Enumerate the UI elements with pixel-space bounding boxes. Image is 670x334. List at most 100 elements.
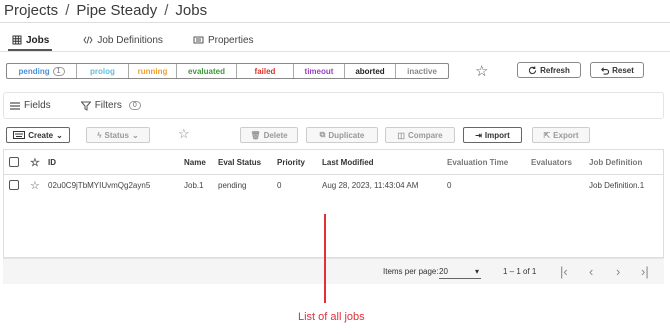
tab-label: Properties: [207, 34, 254, 46]
export-icon: ⇱: [543, 130, 551, 140]
tab-properties[interactable]: Properties: [189, 31, 258, 49]
column-header-eval-status[interactable]: Eval Status: [218, 150, 261, 174]
status-inactive[interactable]: inactive: [396, 64, 448, 78]
compare-label: Compare: [407, 130, 443, 140]
filters-toggle[interactable]: Filters 0: [80, 100, 141, 111]
next-page-icon[interactable]: ›: [616, 264, 620, 279]
table-header: ☆ ID Name Eval Status Priority Last Modi…: [4, 150, 663, 175]
status-filter-bar: pending 1 prolog running evaluated faile…: [6, 63, 449, 79]
status-count: 1: [52, 66, 65, 76]
refresh-icon: [528, 65, 537, 74]
tab-job-definitions[interactable]: Job Definitions: [79, 31, 167, 49]
grid-icon: [12, 35, 22, 45]
import-button[interactable]: ⇥ Import: [463, 127, 522, 143]
last-page-icon[interactable]: ›|: [641, 264, 649, 279]
card-icon: [193, 36, 204, 44]
items-per-page-label: Items per page:: [383, 267, 439, 276]
status-running[interactable]: running: [129, 64, 177, 78]
export-button[interactable]: ⇱ Export: [532, 127, 590, 143]
tab-jobs[interactable]: Jobs: [8, 31, 53, 49]
import-label: Import: [484, 130, 510, 140]
compare-button[interactable]: ◫ Compare: [385, 127, 455, 143]
cell-last-modified: Aug 28, 2023, 11:43:04 AM: [322, 180, 419, 190]
select-underline: [439, 278, 481, 279]
tab-bar: Jobs Job Definitions Properties: [8, 31, 258, 49]
status-dropdown-button[interactable]: ϟ Status ⌄: [86, 127, 150, 143]
reset-label: Reset: [612, 65, 634, 75]
filters-label: Filters: [94, 100, 122, 111]
tab-label: Job Definitions: [97, 34, 163, 46]
status-label: prolog: [90, 66, 115, 76]
export-label: Export: [553, 130, 579, 140]
column-header-priority[interactable]: Priority: [277, 150, 305, 174]
breadcrumb-separator: /: [65, 1, 70, 19]
cell-name: Job.1: [184, 180, 204, 190]
row-star-icon[interactable]: ☆: [30, 175, 40, 195]
status-prolog[interactable]: prolog: [77, 64, 129, 78]
status-label: failed: [254, 66, 276, 76]
status-label: aborted: [355, 66, 385, 76]
column-header-name[interactable]: Name: [184, 150, 206, 174]
fields-label: Fields: [24, 100, 51, 111]
previous-page-icon[interactable]: ‹: [589, 264, 593, 279]
refresh-label: Refresh: [540, 65, 570, 75]
delete-label: Delete: [263, 130, 288, 140]
favorite-star-icon[interactable]: ☆: [475, 62, 488, 80]
column-header-id[interactable]: ID: [48, 150, 56, 174]
status-timeout[interactable]: timeout: [294, 64, 345, 78]
fields-toggle[interactable]: Fields: [10, 100, 51, 111]
paginator: Items per page: 20 ▾ 1 – 1 of 1 |‹ ‹ › ›…: [3, 258, 664, 284]
status-label: inactive: [407, 66, 437, 76]
favorite-star-icon[interactable]: ☆: [178, 126, 190, 142]
row-checkbox[interactable]: [9, 175, 19, 195]
refresh-button[interactable]: Refresh: [517, 62, 581, 78]
status-dropdown-label: Status: [104, 130, 129, 140]
duplicate-label: Duplicate: [328, 130, 365, 140]
reset-button[interactable]: Reset: [590, 62, 644, 78]
column-header-evaluation-time[interactable]: Evaluation Time: [447, 150, 508, 174]
breadcrumb-project[interactable]: Pipe Steady: [76, 2, 157, 19]
copy-icon: ⧉: [319, 130, 326, 139]
tab-label: Jobs: [26, 34, 50, 46]
cell-evaluation-time: 0: [447, 180, 452, 190]
status-evaluated[interactable]: evaluated: [177, 64, 237, 78]
cell-id: 02u0C9jTbMYIUvmQg2ayn5: [48, 180, 151, 190]
page-title: Jobs: [175, 1, 208, 19]
create-button[interactable]: Create ⌄: [6, 127, 70, 143]
status-pending[interactable]: pending 1: [7, 64, 77, 78]
bolt-icon: ϟ: [97, 130, 102, 140]
filters-count: 0: [128, 101, 141, 110]
breadcrumb-separator: /: [164, 1, 169, 19]
status-label: running: [137, 66, 168, 76]
code-icon: [83, 36, 93, 44]
status-label: pending: [18, 66, 50, 76]
tabs-divider: [0, 51, 670, 52]
annotation-caption: List of all jobs: [298, 311, 365, 323]
caret-down-icon: ▾: [474, 267, 479, 276]
delete-button[interactable]: 🗑 Delete: [240, 127, 298, 143]
filter-icon: [80, 101, 91, 111]
column-header-job-definition[interactable]: Job Definition: [589, 150, 642, 174]
select-all-checkbox[interactable]: [9, 150, 19, 174]
breadcrumb: Projects / Pipe Steady / Jobs: [4, 0, 207, 20]
cell-eval-status: pending: [218, 180, 247, 190]
keyboard-icon: [13, 131, 26, 139]
column-header-last-modified[interactable]: Last Modified: [322, 150, 374, 174]
column-header-evaluators[interactable]: Evaluators: [531, 150, 572, 174]
fields-filters-panel: Fields Filters 0: [3, 92, 664, 119]
jobs-table: ☆ ID Name Eval Status Priority Last Modi…: [3, 149, 664, 258]
duplicate-button[interactable]: ⧉ Duplicate: [306, 127, 378, 143]
table-row[interactable]: ☆ 02u0C9jTbMYIUvmQg2ayn5 Job.1 pending 0…: [4, 175, 663, 195]
chevron-down-icon: ⌄: [131, 130, 139, 140]
undo-icon: [601, 66, 610, 75]
page-range: 1 – 1 of 1: [503, 267, 537, 276]
favorite-column-star-icon[interactable]: ☆: [30, 150, 40, 174]
breadcrumb-projects[interactable]: Projects: [4, 2, 58, 19]
annotation-pointer-line: [324, 214, 326, 303]
status-label: evaluated: [188, 66, 225, 76]
status-aborted[interactable]: aborted: [345, 64, 396, 78]
first-page-icon[interactable]: |‹: [560, 264, 568, 279]
header-divider: [0, 22, 670, 23]
items-per-page-select[interactable]: 20 ▾: [439, 267, 479, 276]
status-failed[interactable]: failed: [237, 64, 294, 78]
